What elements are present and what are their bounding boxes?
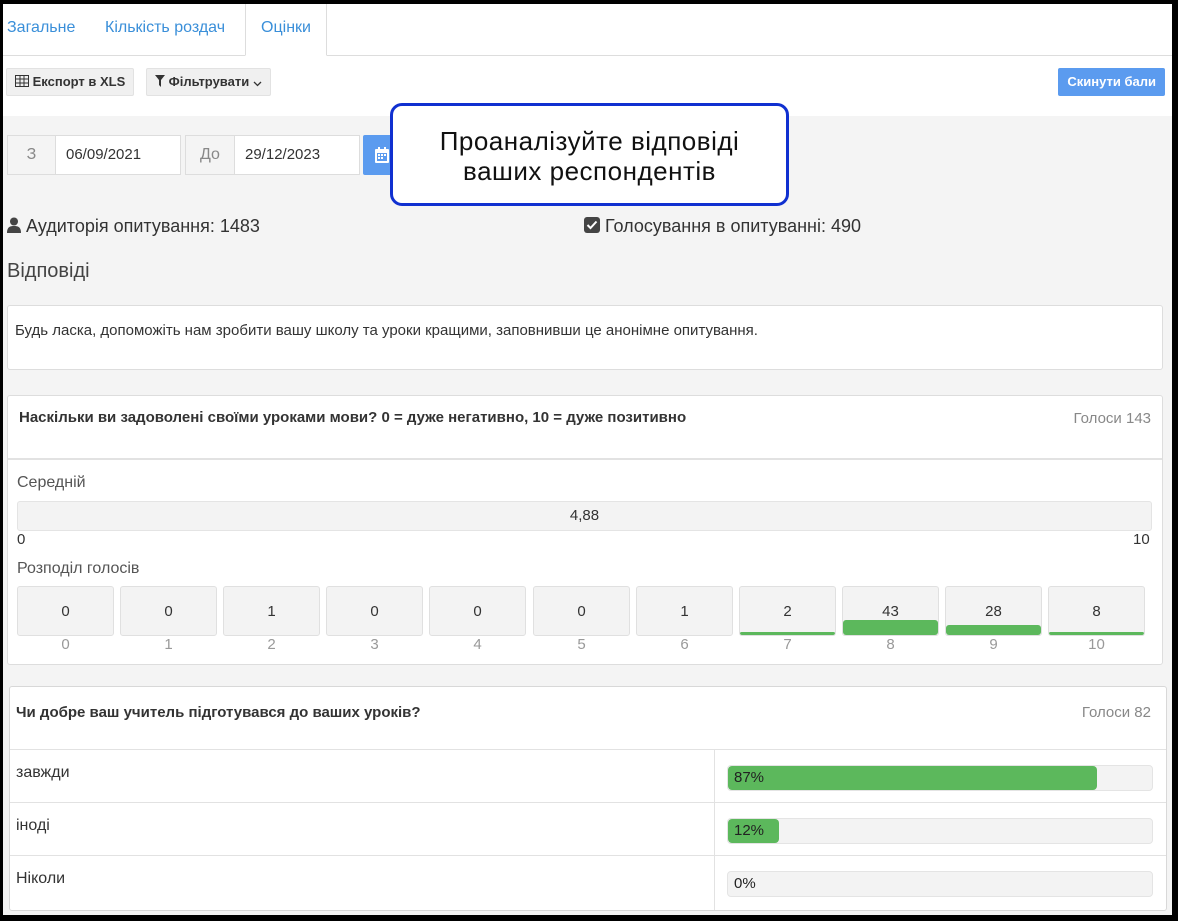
distribution-count: 0 [164,603,173,620]
question-2-votes: Голоси 82 [1081,704,1151,721]
votes-stat: Голосування в опитуванні: 490 [584,216,861,238]
panel-divider [8,458,1162,460]
date-from-input[interactable]: 06/09/2021 [55,135,181,175]
callout-line-1: Проаналізуйте відповіді [439,126,740,156]
distribution-score-label: 9 [989,636,998,653]
distribution-count: 43 [882,603,899,620]
distribution-box-10: 8 [1048,586,1145,636]
table-icon [15,70,29,96]
option-progress-bar: 87% [727,765,1153,791]
distribution-count: 0 [370,603,379,620]
app-frame: Загальне Кількість роздач Оцінки Експорт… [3,4,1172,915]
date-to-input[interactable]: 29/12/2023 [234,135,360,175]
distribution-count: 1 [680,603,689,620]
distribution-count: 0 [61,603,70,620]
distribution-count: 0 [473,603,482,620]
reset-scores-button[interactable]: Скинути бали [1058,68,1165,96]
question-2-title: Чи добре ваш учитель підготувався до ваш… [16,704,421,721]
audience-stat-text: Аудиторія опитування: 1483 [26,216,260,236]
option-progress-bar: 12% [727,818,1153,844]
distribution-box-7: 2 [739,586,836,636]
chevron-down-icon [253,70,262,96]
calendar-icon [375,147,389,168]
scale-min: 0 [17,531,26,548]
distribution-score-label: 2 [267,636,276,653]
callout-line-2: ваших респондентів [463,156,716,186]
distribution-score-label: 6 [680,636,689,653]
distribution-box-4: 0 [429,586,526,636]
export-xls-button[interactable]: Експорт в XLS [6,68,135,96]
date-from-label: З [7,135,56,175]
distribution-count: 1 [267,603,276,620]
answers-heading: Відповіді [7,260,90,282]
distribution-box-3: 0 [326,586,423,636]
scale-max: 10 [1133,531,1150,548]
distribution-fill [843,620,938,635]
row-divider [10,802,1166,803]
filter-dropdown-button[interactable]: Фільтрувати [146,68,271,96]
user-icon [7,217,21,238]
question-1-votes: Голоси 143 [1073,410,1151,427]
option-progress-bar: 0% [727,871,1153,897]
option-label: завжди [16,764,70,781]
callout-box: Проаналізуйте відповіді ваших респондент… [390,103,789,206]
option-percent: 12% [734,822,765,839]
distribution-score-label: 3 [370,636,379,653]
distribution-score-label: 5 [577,636,586,653]
distribution-box-0: 0 [17,586,114,636]
distribution-score-label: 7 [783,636,792,653]
export-xls-label: Експорт в XLS [32,74,126,89]
distribution-count: 0 [577,603,586,620]
distribution-count: 28 [985,603,1002,620]
distribution-score-label: 0 [61,636,70,653]
distribution-box-6: 1 [636,586,733,636]
tab-ratings[interactable]: Оцінки [245,4,327,56]
option-label: Ніколи [16,870,66,887]
tab-distribution-count[interactable]: Кількість роздач [105,4,225,56]
column-divider [714,750,715,910]
question-1-title: Наскільки ви задоволені своїми уроками м… [19,409,687,426]
distribution-box-5: 0 [533,586,630,636]
tab-bar: Загальне Кількість роздач Оцінки [3,4,1172,56]
filter-icon [155,70,165,96]
distribution-box-8: 43 [842,586,939,636]
distribution-fill [1049,632,1144,635]
distribution-box-1: 0 [120,586,217,636]
row-divider [10,855,1166,856]
audience-stat: Аудиторія опитування: 1483 [7,216,260,238]
filter-label: Фільтрувати [168,74,250,89]
votes-stat-text: Голосування в опитуванні: 490 [605,216,861,236]
distribution-score-label: 10 [1088,636,1105,653]
distribution-count: 2 [783,603,792,620]
distribution-score-label: 4 [473,636,482,653]
distribution-fill [946,625,1041,635]
distribution-score-label: 8 [886,636,895,653]
option-label: іноді [16,817,50,834]
checkbox-checked-icon [584,216,600,238]
distribution-label: Розподіл голосів [17,560,140,577]
distribution-box-2: 1 [223,586,320,636]
option-progress-fill [728,766,1097,790]
distribution-fill [740,632,835,635]
average-bar: 4,88 [17,501,1152,531]
row-divider [10,749,1166,750]
survey-intro: Будь ласка, допоможіть нам зробити вашу … [7,305,1163,370]
distribution-box-9: 28 [945,586,1042,636]
calendar-button[interactable] [363,135,393,175]
distribution-score-label: 1 [164,636,173,653]
tab-general[interactable]: Загальне [7,4,75,56]
date-to-label: До [185,135,235,175]
average-label: Середній [17,474,86,491]
distribution-count: 8 [1092,603,1101,620]
option-percent: 87% [734,769,765,786]
option-percent: 0% [734,875,756,892]
